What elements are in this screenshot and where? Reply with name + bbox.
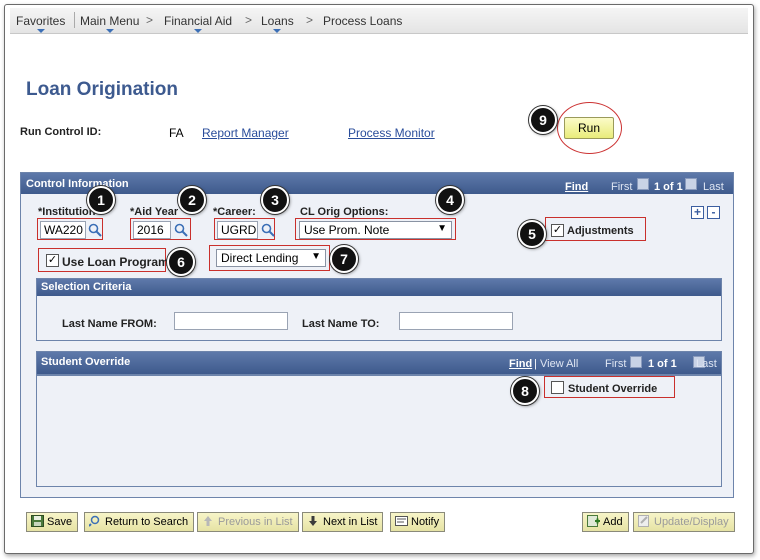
override-nav-last[interactable]: Last [696, 358, 717, 370]
add-row-icon[interactable]: + [691, 206, 704, 219]
notify-label: Notify [411, 516, 440, 528]
nav-first[interactable]: First [611, 181, 632, 193]
career-label: *Career: [213, 206, 256, 218]
chevron-down-icon [194, 29, 203, 33]
search-icon [89, 515, 100, 527]
add-button[interactable]: Add [582, 512, 629, 532]
previous-in-list-button[interactable]: Previous in List [197, 512, 299, 532]
step-marker-5: 5 [518, 220, 546, 248]
run-button[interactable]: Run [564, 117, 614, 139]
student-override-title: Student Override [41, 356, 131, 368]
notify-icon [395, 516, 408, 526]
step-marker-1: 1 [87, 186, 115, 214]
institution-label: *Institution [38, 206, 96, 218]
return-to-search-button[interactable]: Return to Search [84, 512, 195, 532]
search-icon[interactable] [174, 223, 188, 237]
page-title: Loan Origination [26, 79, 178, 100]
next-in-list-button[interactable]: Next in List [302, 512, 384, 532]
save-icon [31, 515, 44, 527]
override-nav-count: 1 of 1 [648, 358, 677, 370]
update-icon [638, 515, 649, 527]
override-previous-arrow-icon[interactable] [630, 356, 642, 368]
delete-row-icon[interactable]: - [707, 206, 720, 219]
report-manager-link[interactable]: Report Manager [202, 126, 289, 140]
step-marker-6: 6 [167, 248, 195, 276]
override-view-all[interactable]: View All [540, 358, 578, 370]
breadcrumb-financial-aid[interactable]: Financial Aid [164, 14, 232, 33]
use-loan-program-checkbox[interactable]: ✓ [46, 254, 59, 267]
find-link[interactable]: Find [565, 181, 588, 193]
last-name-from-input[interactable] [174, 312, 288, 330]
step-marker-7: 7 [330, 245, 358, 273]
last-name-to-input[interactable] [399, 312, 513, 330]
student-override-label: Student Override [568, 383, 658, 395]
selection-criteria-header: Selection Criteria [37, 279, 721, 296]
use-loan-program-label: Use Loan Program [62, 255, 169, 269]
chevron-down-icon: ▼ [437, 223, 447, 234]
student-override-panel: Student Override [36, 351, 722, 487]
update-display-label: Update/Display [654, 516, 729, 528]
cl-orig-label: CL Orig Options: [300, 206, 389, 218]
aid-year-input[interactable]: 2016 [133, 221, 171, 239]
notify-button[interactable]: Notify [390, 512, 446, 532]
institution-input[interactable]: WA220 [40, 221, 86, 239]
step-marker-2: 2 [178, 186, 206, 214]
search-icon[interactable] [88, 223, 102, 237]
arrow-up-icon [204, 516, 212, 526]
adjustments-label: Adjustments [567, 225, 634, 237]
step-marker-8: 8 [511, 377, 539, 405]
return-to-search-label: Return to Search [105, 516, 189, 528]
breadcrumb-process-loans[interactable]: Process Loans [323, 14, 402, 28]
breadcrumb-separator: > [306, 13, 314, 27]
step-marker-3: 3 [261, 186, 289, 214]
breadcrumb: Favorites Main Menu > Financial Aid > Lo… [10, 8, 748, 34]
override-find-link[interactable]: Find [509, 358, 532, 370]
next-arrow-icon[interactable] [685, 178, 697, 190]
control-information-title: Control Information [26, 178, 129, 190]
control-information-header: Control Information Find First 1 of 1 La… [21, 173, 733, 194]
process-monitor-link[interactable]: Process Monitor [348, 126, 435, 140]
cl-orig-value: Use Prom. Note [304, 223, 390, 237]
loan-program-select[interactable]: Direct Lending ▼ [216, 249, 326, 267]
career-input[interactable]: UGRD [217, 221, 258, 239]
loan-program-value: Direct Lending [221, 251, 299, 265]
override-sep: | [534, 358, 537, 370]
search-icon[interactable] [261, 223, 275, 237]
override-nav-first[interactable]: First [605, 358, 626, 370]
add-label: Add [603, 516, 623, 528]
previous-in-list-label: Previous in List [218, 516, 293, 528]
save-button[interactable]: Save [26, 512, 79, 532]
next-in-list-label: Next in List [323, 516, 378, 528]
breadcrumb-favorites[interactable]: Favorites [16, 14, 65, 33]
chevron-down-icon [36, 29, 45, 33]
breadcrumb-loans[interactable]: Loans [261, 14, 294, 33]
chevron-down-icon: ▼ [311, 251, 321, 262]
student-override-checkbox[interactable] [551, 381, 564, 394]
aid-year-label: *Aid Year [130, 206, 179, 218]
last-name-to-label: Last Name TO: [302, 318, 380, 330]
divider [74, 12, 75, 28]
save-label: Save [47, 516, 73, 528]
nav-count: 1 of 1 [654, 181, 683, 193]
selection-criteria-title: Selection Criteria [41, 281, 132, 293]
run-control-label: Run Control ID: [20, 126, 102, 138]
breadcrumb-main-menu[interactable]: Main Menu [80, 14, 139, 33]
nav-last[interactable]: Last [703, 181, 724, 193]
adjustments-checkbox[interactable]: ✓ [551, 224, 564, 237]
previous-arrow-icon[interactable] [637, 178, 649, 190]
step-marker-9: 9 [529, 106, 557, 134]
update-display-button[interactable]: Update/Display [633, 512, 735, 532]
selection-criteria-panel: Selection Criteria Last Name FROM: Last … [36, 278, 722, 341]
breadcrumb-separator: > [245, 13, 253, 27]
run-control-value: FA [169, 126, 184, 140]
chevron-down-icon [273, 29, 282, 33]
last-name-from-label: Last Name FROM: [62, 318, 157, 330]
cl-orig-select[interactable]: Use Prom. Note ▼ [299, 221, 452, 239]
breadcrumb-separator: > [146, 13, 154, 27]
step-marker-4: 4 [436, 186, 464, 214]
chevron-down-icon [105, 29, 114, 33]
arrow-down-icon [309, 516, 317, 526]
add-icon [587, 515, 600, 527]
